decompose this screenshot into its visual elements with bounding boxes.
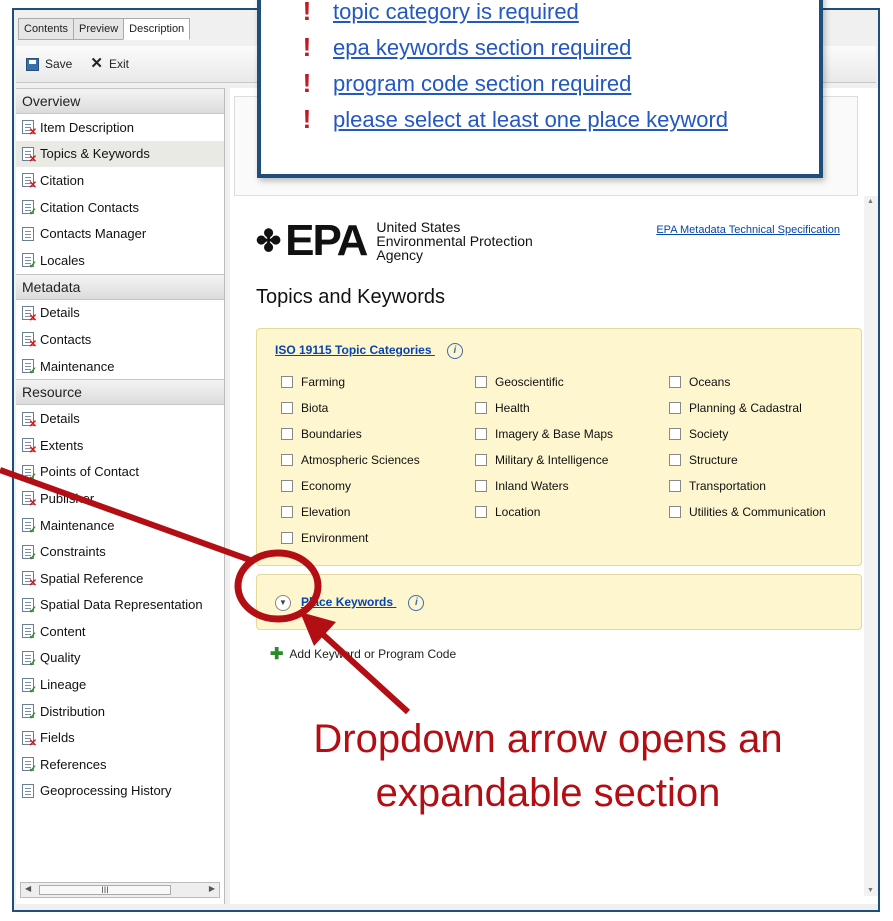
callout-line: expandable section xyxy=(375,771,721,815)
annotation-callout: Dropdown arrow opens an expandable secti… xyxy=(228,712,868,820)
annotation-arrow-line xyxy=(315,627,411,715)
annotation-circle xyxy=(234,549,322,623)
callout-line: Dropdown arrow opens an xyxy=(313,717,783,761)
annotation-pointer-line xyxy=(0,467,252,563)
